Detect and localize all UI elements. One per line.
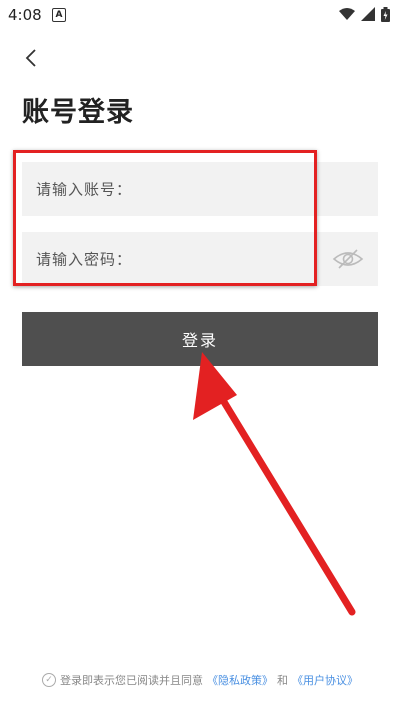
notification-icon: A: [52, 8, 66, 22]
highlight-box: [13, 150, 317, 286]
signal-icon: [361, 7, 375, 21]
status-time: 4:08: [8, 6, 42, 24]
back-button[interactable]: [18, 44, 48, 74]
privacy-policy-link[interactable]: 《隐私政策》: [207, 672, 273, 688]
user-agreement-link[interactable]: 《用户协议》: [292, 672, 358, 688]
page-title: 账号登录: [22, 97, 134, 128]
status-bar: 4:08 A: [0, 0, 400, 28]
agreement-text: 登录即表示您已阅读并且同意: [60, 674, 203, 687]
chevron-left-icon: [25, 49, 36, 67]
agreement-and: 和: [277, 674, 288, 687]
agreement: ✓ 登录即表示您已阅读并且同意 《隐私政策》 和 《用户协议》: [0, 672, 400, 688]
eye-off-icon[interactable]: [332, 246, 364, 272]
battery-icon: [381, 6, 390, 22]
wifi-icon: [339, 8, 355, 20]
login-button[interactable]: 登录: [22, 312, 378, 366]
agree-checkbox[interactable]: ✓: [42, 673, 56, 687]
status-icons: [339, 6, 390, 22]
